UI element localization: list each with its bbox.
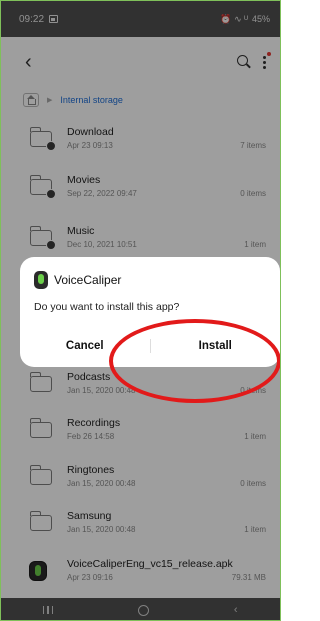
phone-screen: 09:22 ⏰ ∿ ᵁ 45% ‹ ▶ Internal storage Dow…	[0, 0, 281, 621]
dialog-app-name: VoiceCaliper	[54, 273, 122, 287]
dialog-header: VoiceCaliper	[34, 271, 121, 289]
dialog-message: Do you want to install this app?	[34, 301, 180, 313]
annotation-circle	[109, 319, 280, 403]
voicecaliper-app-icon	[34, 271, 48, 289]
